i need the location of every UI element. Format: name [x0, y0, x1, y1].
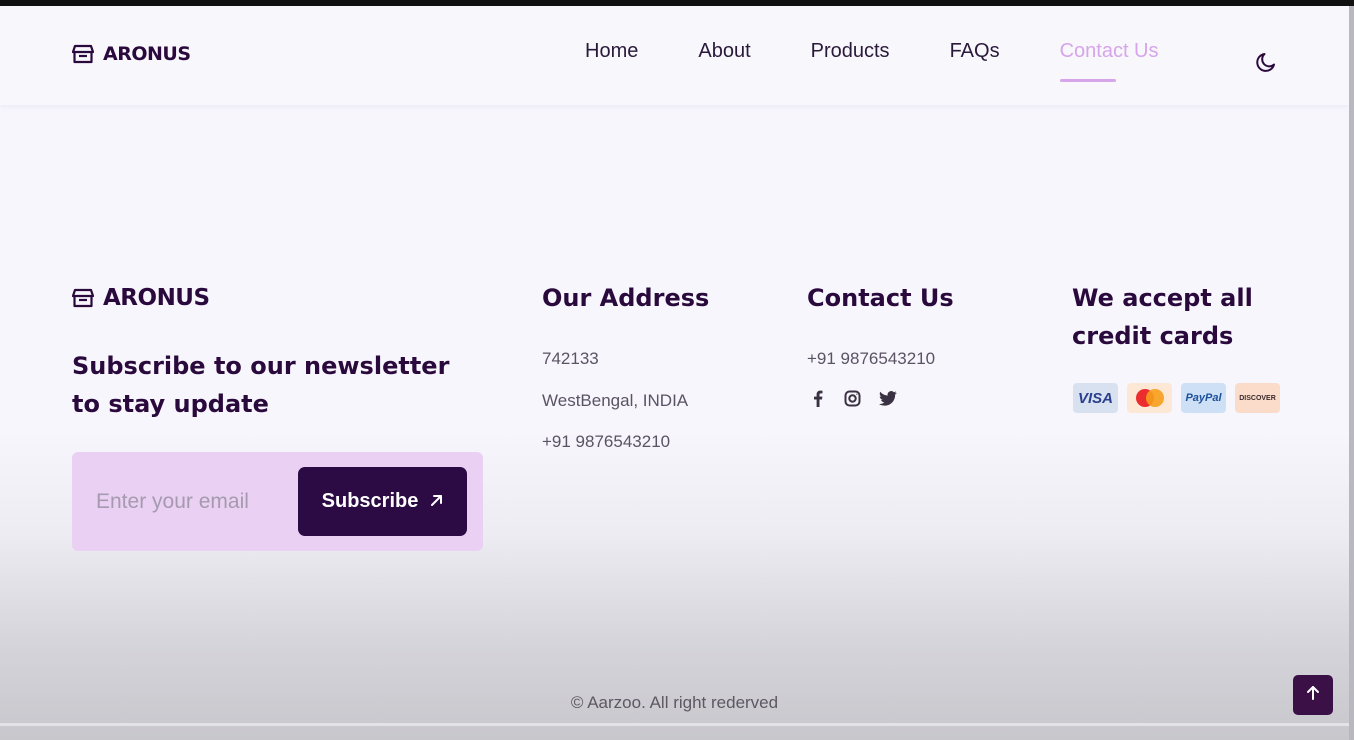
site-header: ARONUS Home About Products FAQs Contact … [0, 6, 1349, 105]
payments-heading: We accept all credit cards [1072, 284, 1253, 350]
address-heading: Our Address [542, 284, 710, 312]
discover-label: DISCOVER [1239, 394, 1276, 402]
footer-brand-name: ARONUS [103, 285, 210, 311]
nav-contact-us[interactable]: Contact Us [1059, 40, 1159, 82]
contact-heading: Contact Us [807, 284, 954, 312]
instagram-icon[interactable] [843, 389, 862, 408]
nav-about[interactable]: About [698, 40, 750, 63]
header-logo[interactable]: ARONUS [72, 43, 191, 65]
brand-name: ARONUS [103, 43, 191, 65]
copyright-text: © Aarzoo. All right rederved [570, 693, 779, 712]
address-line: 742133 [542, 349, 599, 368]
mastercard-card-icon [1127, 383, 1172, 413]
visa-label: VISA [1077, 389, 1113, 407]
moon-icon[interactable] [1254, 50, 1278, 74]
social-links [808, 389, 897, 408]
email-input[interactable] [96, 482, 296, 522]
address-phone: +91 9876543210 [542, 432, 671, 451]
store-icon [72, 44, 94, 64]
nav-faqs[interactable]: FAQs [950, 40, 1000, 63]
arrow-up-icon [1305, 685, 1321, 705]
twitter-icon[interactable] [878, 389, 897, 408]
nav-home[interactable]: Home [585, 40, 638, 63]
payment-cards: VISA PayPal DISCOVER [1073, 383, 1280, 413]
paypal-label: PayPal [1185, 392, 1222, 404]
store-icon [72, 288, 94, 308]
newsletter-heading: Subscribe to our newsletter to stay upda… [72, 352, 450, 418]
window-scrollbar[interactable] [1349, 6, 1354, 740]
nav-products[interactable]: Products [811, 40, 890, 63]
discover-card-icon: DISCOVER [1235, 383, 1280, 413]
paypal-card-icon: PayPal [1181, 383, 1226, 413]
newsletter-form: Subscribe [72, 452, 483, 551]
contact-phone[interactable]: +91 9876543210 [807, 349, 935, 369]
visa-card-icon: VISA [1073, 383, 1118, 413]
subscribe-button[interactable]: Subscribe [298, 467, 467, 536]
page-bottom-divider [0, 723, 1349, 726]
main-nav: Home About Products FAQs Contact Us [585, 40, 1159, 82]
footer-logo[interactable]: ARONUS [72, 285, 210, 311]
arrow-up-right-icon [430, 490, 443, 513]
subscribe-button-label: Subscribe [321, 490, 419, 512]
scroll-to-top-button[interactable] [1293, 675, 1333, 715]
facebook-icon[interactable] [808, 389, 827, 408]
address-line: WestBengal, INDIA [542, 391, 689, 410]
